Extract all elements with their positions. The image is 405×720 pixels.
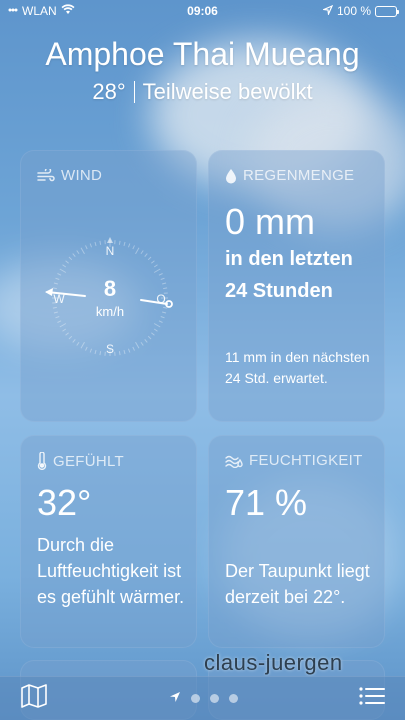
raindrop-icon bbox=[225, 168, 237, 184]
wind-icon bbox=[37, 168, 55, 183]
feels-like-description: Durch die Luftfeuchtigkeit ist es gefühl… bbox=[37, 535, 185, 608]
precipitation-title: REGENMENGE bbox=[243, 167, 355, 184]
status-right: 100 % bbox=[321, 4, 399, 18]
map-icon[interactable] bbox=[20, 684, 48, 713]
battery-percent: 100 % bbox=[336, 4, 371, 18]
current-condition: Teilweise bewölkt bbox=[142, 79, 313, 104]
page-indicator[interactable] bbox=[169, 690, 238, 708]
wind-card[interactable]: WIND N S W O 8 km/h bbox=[20, 150, 197, 422]
airplane-signal-icon bbox=[8, 4, 18, 18]
clock: 09:06 bbox=[187, 4, 218, 18]
page-dot[interactable] bbox=[191, 694, 200, 703]
wifi-icon bbox=[61, 4, 75, 18]
humidity-icon bbox=[225, 454, 243, 468]
bottom-toolbar bbox=[0, 676, 405, 720]
current-temperature: 28° bbox=[92, 79, 126, 104]
feels-like-value: 32° bbox=[37, 482, 92, 523]
precipitation-card-header: REGENMENGE bbox=[225, 167, 354, 184]
humidity-card-header: FEUCHTIGKEIT bbox=[225, 452, 363, 469]
wind-unit: km/h bbox=[95, 303, 125, 319]
precipitation-forecast: 11 mm in den nächsten 24 Std. erwartet. bbox=[225, 349, 370, 386]
status-left: WLAN bbox=[8, 4, 75, 18]
page-dot[interactable] bbox=[210, 694, 219, 703]
precipitation-card[interactable]: REGENMENGE 0 mm in den letzten 24 Stunde… bbox=[208, 150, 385, 422]
current-summary: 28° Teilweise bewölkt bbox=[0, 79, 405, 105]
humidity-description: Der Taupunkt liegt derzeit bei 22°. bbox=[225, 561, 370, 608]
divider bbox=[133, 81, 135, 103]
humidity-value: 71 % bbox=[225, 482, 308, 523]
precipitation-amount: 0 mm bbox=[225, 201, 315, 242]
battery-icon bbox=[375, 5, 399, 17]
watermark: claus-juergen bbox=[204, 650, 343, 675]
feels-like-title: GEFÜHLT bbox=[53, 452, 124, 470]
carrier-label: WLAN bbox=[22, 4, 57, 18]
list-icon[interactable] bbox=[359, 686, 385, 711]
location-arrow-icon[interactable] bbox=[169, 690, 181, 708]
feels-like-card-header: GEFÜHLT bbox=[37, 452, 124, 470]
location-services-icon bbox=[321, 4, 334, 18]
city-name: Amphoe Thai Mueang bbox=[45, 36, 360, 72]
humidity-title: FEUCHTIGKEIT bbox=[249, 452, 363, 469]
wind-speed: 8 bbox=[103, 275, 117, 301]
humidity-card[interactable]: FEUCHTIGKEIT 71 % Der Taupunkt liegt der… bbox=[208, 435, 385, 648]
location-header: Amphoe Thai Mueang 28° Teilweise bewölkt bbox=[0, 36, 405, 105]
feels-like-card[interactable]: GEFÜHLT 32° Durch die Luftfeuchtigkeit i… bbox=[20, 435, 197, 648]
wind-title: WIND bbox=[61, 167, 103, 184]
precipitation-period: in den letzten 24 Stunden bbox=[225, 248, 353, 302]
status-bar: WLAN 09:06 100 % bbox=[0, 0, 405, 22]
page-dot[interactable] bbox=[229, 694, 238, 703]
thermometer-icon bbox=[37, 452, 47, 470]
wind-readout: 8 km/h bbox=[45, 233, 175, 363]
wind-card-header: WIND bbox=[37, 167, 102, 184]
